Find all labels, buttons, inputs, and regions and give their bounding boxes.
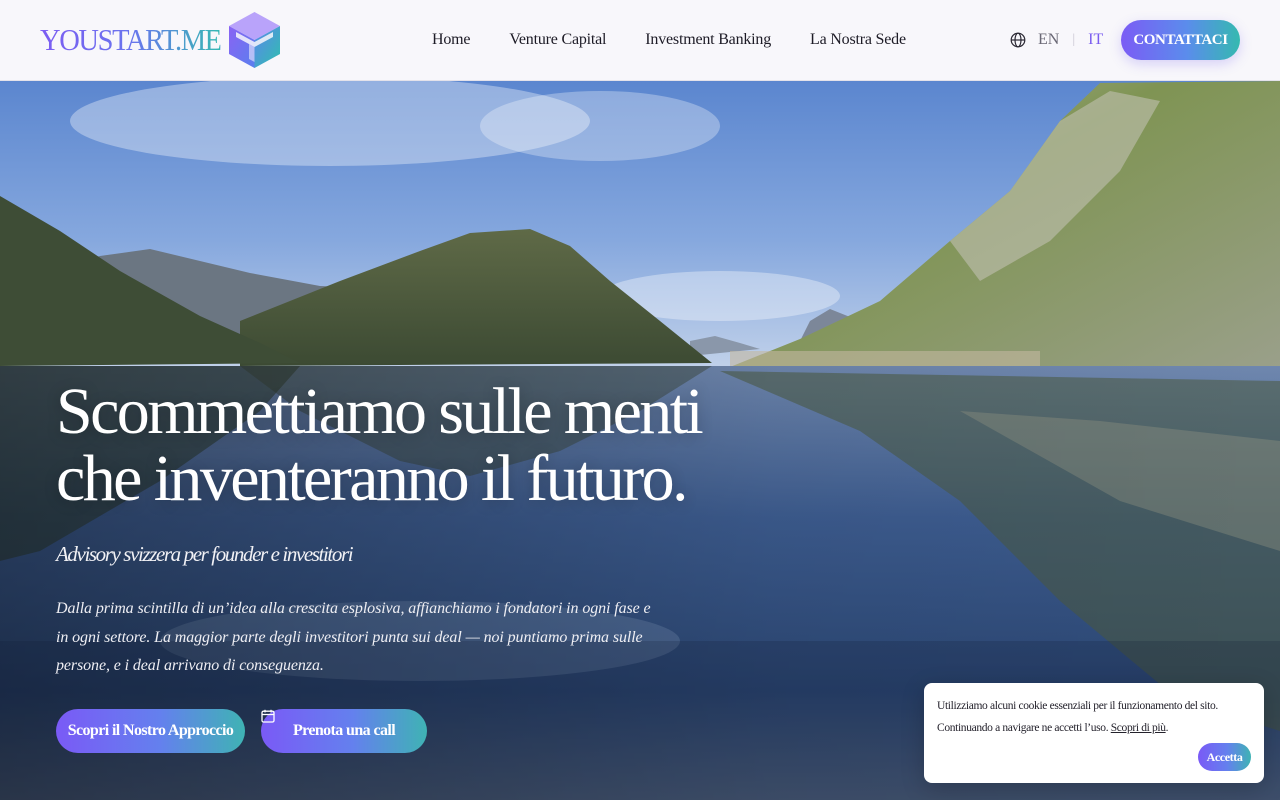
discover-approach-button[interactable]: Scopri il Nostro Approccio	[56, 709, 245, 753]
headline-line-2: che inventeranno il futuro.	[56, 442, 688, 515]
cookie-accept-button[interactable]: Accetta	[1198, 743, 1251, 771]
logo-cube-icon[interactable]	[227, 10, 282, 70]
brand-wordmark[interactable]: YOUSTART.ME	[40, 22, 222, 58]
book-call-label: Prenota una call	[292, 722, 396, 739]
language-switcher: EN | IT	[1010, 28, 1103, 52]
lang-it[interactable]: IT	[1088, 28, 1103, 52]
lang-en[interactable]: EN	[1038, 28, 1059, 52]
hero-headline: Scommettiamo sulle menti che inventerann…	[56, 378, 776, 512]
headline-line-1: Scommettiamo sulle menti	[56, 375, 704, 448]
nav-la-nostra-sede[interactable]: La Nostra Sede	[810, 28, 906, 52]
cookie-learn-more-link[interactable]: Scopri di più	[1111, 722, 1166, 734]
hero-subtitle: Advisory svizzera per founder e investit…	[56, 542, 354, 566]
book-call-button[interactable]: Prenota una call	[261, 709, 427, 753]
cookie-banner: Utilizziamo alcuni cookie essenziali per…	[924, 683, 1264, 783]
discover-approach-label: Scopri il Nostro Approccio	[67, 722, 234, 739]
calendar-icon	[261, 709, 275, 723]
contact-button[interactable]: CONTATTACI	[1121, 20, 1240, 60]
main-nav: Home Venture Capital Investment Banking …	[432, 28, 945, 52]
nav-venture-capital[interactable]: Venture Capital	[509, 28, 606, 52]
lang-separator: |	[1072, 32, 1076, 47]
cookie-text-end: .	[1165, 722, 1169, 734]
globe-icon	[1010, 32, 1026, 48]
brand[interactable]: YOUSTART.ME	[40, 12, 280, 68]
cookie-message: Utilizziamo alcuni cookie essenziali per…	[937, 695, 1247, 739]
nav-investment-banking[interactable]: Investment Banking	[645, 28, 771, 52]
cookie-text: Utilizziamo alcuni cookie essenziali per…	[937, 700, 1218, 734]
site-header: YOUSTART.ME Home Venture Capital Investm…	[0, 0, 1280, 81]
hero-lead-text: Dalla prima scintilla di un’idea alla cr…	[56, 600, 651, 674]
nav-home[interactable]: Home	[432, 28, 471, 52]
